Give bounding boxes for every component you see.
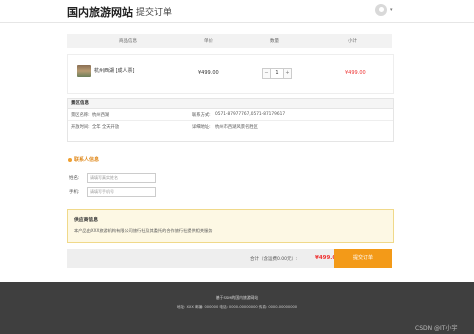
top-header: 国内旅游网站 提交订单 ▾ <box>0 0 474 23</box>
scenic-info-title: 景区信息 <box>68 99 393 109</box>
item-subtotal: ¥499.00 <box>345 70 366 76</box>
bullet-icon <box>68 157 72 162</box>
name-label: 姓名: <box>69 176 80 181</box>
increment-button[interactable]: + <box>284 69 291 78</box>
scenic-row: 开放时间: 全年 全天开放 详细地址: 杭州市西湖风景名胜区 <box>68 121 393 132</box>
scenic-info-panel: 景区信息 景区名称: 杭州西湖 联系方式: 0571-87977767,0571… <box>67 98 394 142</box>
unit-price: ¥499.00 <box>198 70 219 76</box>
submit-order-button[interactable]: 提交订单 <box>334 249 392 268</box>
hours-label: 开放时间: <box>71 125 90 130</box>
phone-field-label: 手机: <box>69 190 80 195</box>
column-subtotal: 小计 <box>348 39 357 44</box>
order-total-bar: 合计（含运费0.00元）: ¥499.00 提交订单 <box>67 249 392 268</box>
avatar[interactable] <box>375 4 387 16</box>
footer-title: 基于SSM的国内旅游网站 <box>215 295 259 300</box>
supplier-info-panel: 供应商信息 本产品由XXX旅游机构有限公司旅行社及其委托的合作旅行社提供相关服务 <box>67 209 394 243</box>
cart-item-row: 杭州西湖 [成人票] ¥499.00 − 1 + ¥499.00 <box>67 54 394 94</box>
quantity-stepper: − 1 + <box>262 68 292 79</box>
address-label: 详细地址: <box>192 125 211 130</box>
watermark: CSDN @IT小宇 <box>415 325 458 332</box>
footer-contact: 地址: XXX 邮编: 000000 电话: 0000-00000000 传真:… <box>176 305 298 309</box>
phone-label: 联系方式: <box>192 113 211 118</box>
user-icon <box>378 6 384 12</box>
name-field[interactable]: 请填写真实姓名 <box>87 173 156 183</box>
scenic-row: 景区名称: 杭州西湖 联系方式: 0571-87977767,0571-8717… <box>68 109 393 121</box>
scenic-name-label: 景区名称: <box>71 113 90 118</box>
address-value: 杭州市西湖风景名胜区 <box>215 125 258 130</box>
footer: 基于SSM的国内旅游网站 地址: XXX 邮编: 000000 电话: 0000… <box>0 282 474 334</box>
contact-title-text: 联系人信息 <box>74 157 100 163</box>
hours-value: 全年 全天开放 <box>92 125 120 130</box>
page-title: 提交订单 <box>136 8 173 18</box>
product-thumbnail[interactable] <box>77 65 91 77</box>
cart-table-header: 商品信息 单价 数量 小计 <box>67 34 392 48</box>
product-name[interactable]: 杭州西湖 [成人票] <box>94 67 135 74</box>
column-quantity: 数量 <box>270 39 279 44</box>
supplier-text: 本产品由XXX旅游机构有限公司旅行社及其委托的合作旅行社提供相关服务 <box>74 228 213 233</box>
contact-info-title: 联系人信息 <box>68 156 99 163</box>
scenic-name-value: 杭州西湖 <box>92 113 110 118</box>
phone-value: 0571-87977767,0571-87179617 <box>215 112 286 117</box>
column-product-info: 商品信息 <box>119 39 137 44</box>
chevron-down-icon[interactable]: ▾ <box>390 7 393 13</box>
phone-field[interactable]: 请填写手机号 <box>87 187 156 197</box>
quantity-value[interactable]: 1 <box>270 69 284 78</box>
column-unit-price: 单价 <box>204 39 213 44</box>
decrement-button[interactable]: − <box>263 69 270 78</box>
total-label: 合计（含运费0.00元）: <box>250 257 298 262</box>
site-title[interactable]: 国内旅游网站 <box>67 4 133 20</box>
supplier-title: 供应商信息 <box>74 218 98 223</box>
